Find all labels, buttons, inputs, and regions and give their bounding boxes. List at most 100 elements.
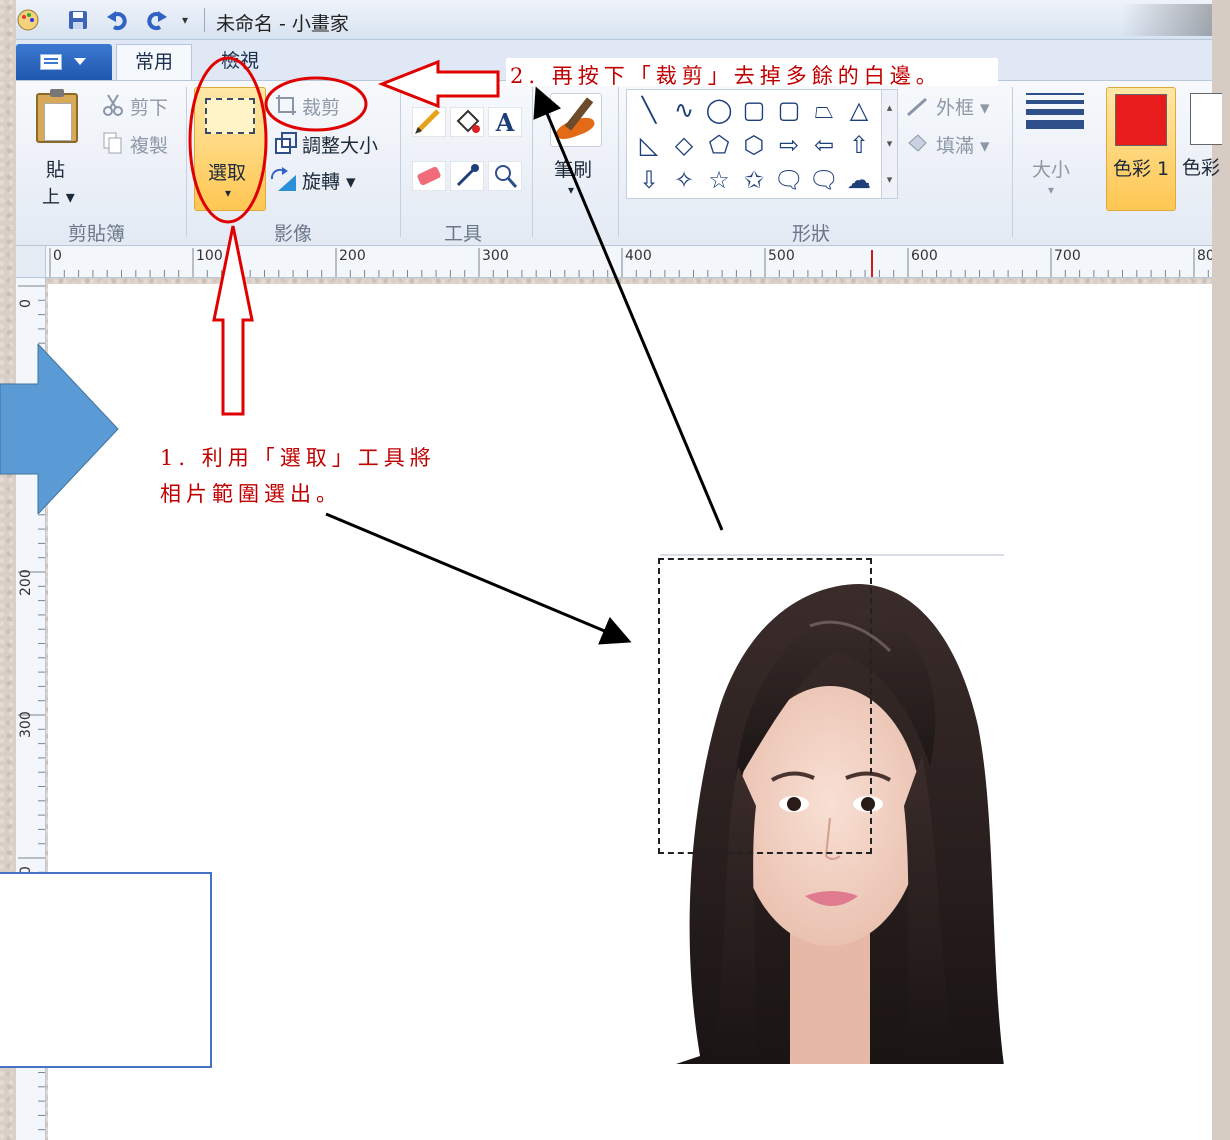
shape-option[interactable]: ⇩ (633, 164, 665, 196)
group-separator (532, 87, 533, 237)
tab-home[interactable]: 常用 (116, 44, 192, 80)
shape-option[interactable]: ◯ (703, 94, 735, 126)
pencil-icon[interactable] (412, 107, 446, 137)
brushes-label: 筆刷 (554, 159, 593, 181)
ruler-label: 300 (482, 248, 509, 264)
ruler-label: 200 (18, 569, 34, 596)
ribbon: 貼 上 ▾ 剪下 複製 剪貼簿 選取 ▾ 裁剪 調整大小 旋轉 ▾ 影像 A 工… (16, 80, 1222, 246)
color2-swatch (1190, 93, 1222, 145)
fill-bucket-icon[interactable] (450, 107, 484, 137)
ruler-label: 0 (53, 248, 62, 264)
size-button[interactable]: 大小 ▾ (1020, 89, 1092, 213)
shape-option[interactable]: ⇧ (843, 129, 875, 161)
shape-option[interactable]: △ (843, 94, 875, 126)
eraser-icon[interactable] (412, 161, 446, 191)
shape-option[interactable]: ▢ (738, 94, 770, 126)
crop-button[interactable]: 裁剪 (302, 93, 340, 120)
group-label-clipboard: 剪貼簿 (68, 223, 126, 245)
brushes-button[interactable]: 筆刷 ▾ (540, 89, 610, 209)
drawing-canvas[interactable] (48, 284, 1212, 1140)
brushes-dropdown-arrow: ▾ (568, 183, 575, 197)
shape-option[interactable]: 🗨 (773, 164, 805, 196)
select-button[interactable]: 選取 ▾ (194, 87, 266, 211)
resize-button[interactable]: 調整大小 (302, 131, 378, 158)
shape-option[interactable]: ⬡ (738, 129, 770, 161)
ruler-label: 600 (911, 248, 938, 264)
select-dropdown-arrow: ▾ (225, 186, 232, 200)
shape-option[interactable]: ▢ (773, 94, 805, 126)
window-title: 未命名 - 小畫家 (216, 13, 349, 35)
ruler-label: 300 (18, 711, 34, 738)
fill-icon (908, 134, 927, 152)
outline-icon (907, 97, 927, 117)
shape-option[interactable]: ☆ (703, 164, 735, 196)
ruler-label: 0 (18, 299, 34, 308)
title-separator (204, 8, 205, 32)
chevron-down-icon (74, 58, 86, 65)
shape-option[interactable]: ⏢ (808, 94, 840, 126)
rectangle-select-icon (205, 98, 255, 134)
fill-button[interactable]: 填滿 ▾ (936, 131, 990, 158)
paste-label: 貼 (46, 159, 66, 181)
shape-option[interactable]: ∿ (668, 94, 700, 126)
rotate-button[interactable]: 旋轉 ▾ (302, 167, 356, 194)
ruler-label: 80 (1197, 248, 1212, 264)
shape-option[interactable]: ⬠ (703, 129, 735, 161)
shape-option[interactable]: ◇ (668, 129, 700, 161)
color1-button[interactable]: 色彩 1 (1106, 87, 1176, 211)
group-separator (1012, 87, 1013, 237)
color2-button[interactable]: 色彩 (1182, 87, 1222, 211)
undo-icon[interactable] (106, 8, 130, 32)
magnifier-icon[interactable] (488, 161, 522, 191)
scissors-icon (103, 94, 123, 116)
color1-swatch (1115, 94, 1167, 146)
resize-icon (275, 132, 297, 154)
cut-button[interactable]: 剪下 (130, 93, 168, 120)
shape-gallery[interactable]: ╲ ∿ ◯ ▢ ▢ ⏢ △ ◺ ◇ ⬠ ⬡ ⇨ ⇦ ⇧ ⇩ ✧ ☆ ✩ 🗨 🗨 ☁ (626, 89, 882, 199)
group-label-tools: 工具 (444, 223, 483, 245)
outline-button[interactable]: 外框 ▾ (936, 93, 990, 120)
selection-rectangle[interactable] (658, 558, 872, 854)
paint-app-icon[interactable] (16, 8, 40, 32)
ruler-label: 500 (768, 248, 795, 264)
text-tool-icon[interactable]: A (488, 107, 522, 137)
color-picker-icon[interactable] (450, 161, 484, 191)
tab-view[interactable]: 檢視 (202, 44, 278, 80)
shape-option[interactable]: 🗨 (808, 164, 840, 196)
group-separator (400, 87, 401, 237)
title-bar: ▾ 未命名 - 小畫家 (16, 0, 1212, 40)
select-label: 選取 (208, 162, 247, 184)
shape-option[interactable]: ☁ (843, 164, 875, 196)
size-dropdown-arrow: ▾ (1048, 183, 1055, 197)
quick-access-dropdown[interactable]: ▾ (176, 8, 194, 32)
shape-option[interactable]: ✩ (738, 164, 770, 196)
group-separator (618, 87, 619, 237)
shape-option[interactable]: ⇦ (808, 129, 840, 161)
rotate-icon (270, 167, 296, 191)
blank-text-box (0, 872, 212, 1068)
brush-icon (550, 93, 602, 147)
group-label-shapes: 形狀 (792, 223, 831, 245)
crop-icon (276, 95, 296, 115)
ruler-corner (16, 246, 46, 278)
shape-gallery-scroll[interactable]: ▴ ▾ ▾ (882, 89, 898, 199)
group-label-image: 影像 (274, 223, 313, 245)
document-menu-icon (40, 54, 62, 70)
annotation-step1-line1: 1. 利用「選取」工具將 (160, 446, 436, 470)
ruler-label: 400 (625, 248, 652, 264)
redo-icon[interactable] (144, 8, 168, 32)
paste-button[interactable]: 貼 上 ▾ (30, 89, 86, 209)
shape-option[interactable]: ⇨ (773, 129, 805, 161)
big-blue-arrow (0, 344, 119, 514)
line-width-icon (1026, 93, 1084, 139)
copy-button[interactable]: 複製 (130, 131, 168, 158)
shape-option[interactable]: ◺ (633, 129, 665, 161)
cursor-position-marker (871, 250, 873, 277)
paste-label-2: 上 ▾ (42, 187, 75, 208)
color1-label: 色彩 1 (1113, 158, 1170, 180)
color2-label: 色彩 (1182, 157, 1221, 179)
save-icon[interactable] (66, 8, 90, 32)
app-menu-button[interactable] (16, 44, 112, 80)
shape-option[interactable]: ✧ (668, 164, 700, 196)
shape-option[interactable]: ╲ (633, 94, 665, 126)
